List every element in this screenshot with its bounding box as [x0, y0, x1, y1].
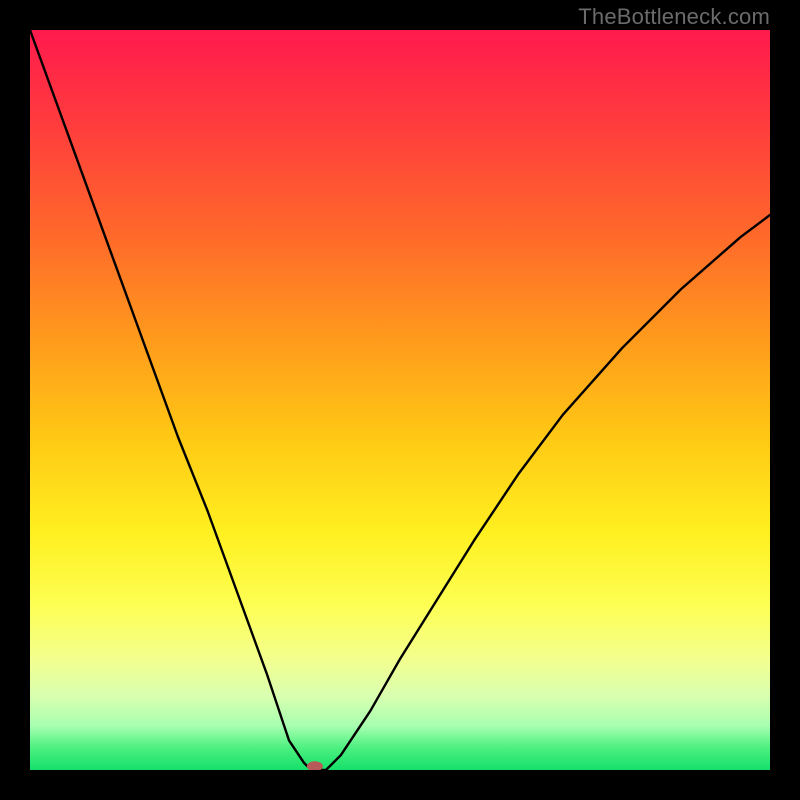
chart-frame: TheBottleneck.com: [0, 0, 800, 800]
plot-area: [30, 30, 770, 770]
min-marker: [307, 761, 323, 770]
curve-layer: [30, 30, 770, 770]
bottleneck-curve: [30, 30, 770, 770]
watermark-text: TheBottleneck.com: [578, 4, 770, 30]
